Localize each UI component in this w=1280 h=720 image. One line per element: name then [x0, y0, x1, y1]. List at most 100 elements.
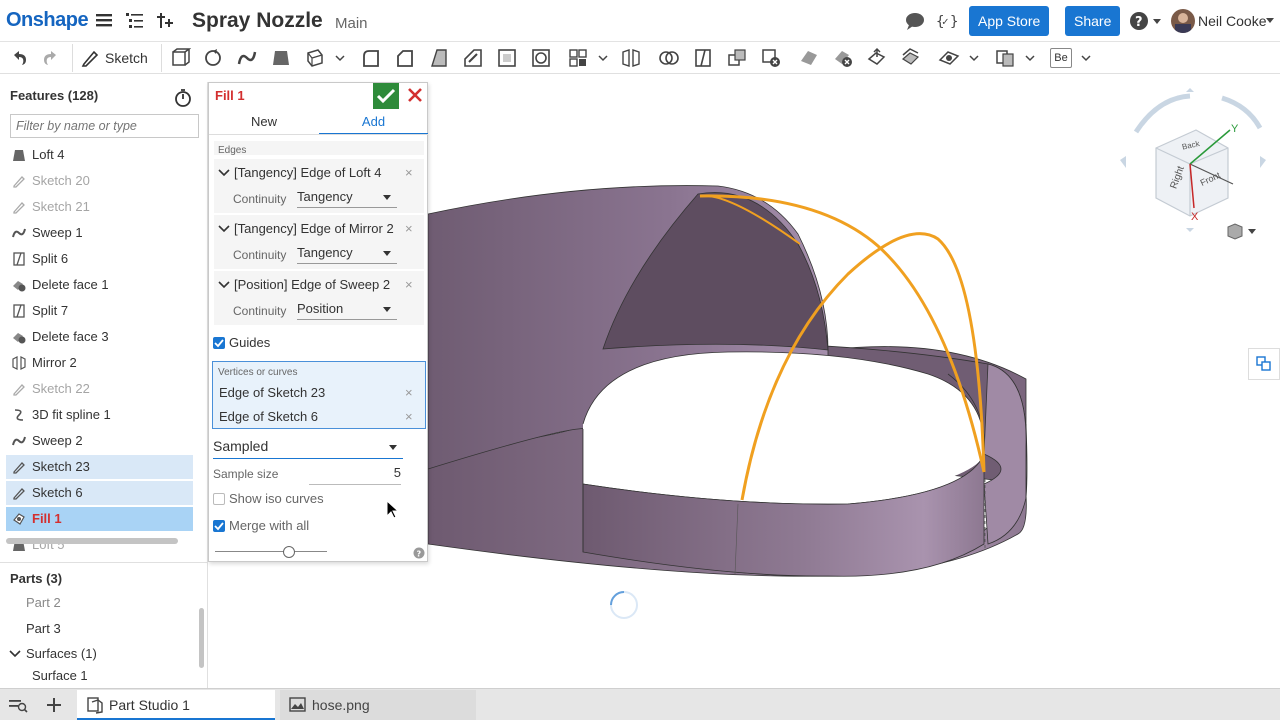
document-title[interactable]: Spray Nozzle — [192, 9, 323, 33]
preview-slider[interactable] — [215, 543, 327, 561]
modify-fillet-icon[interactable] — [798, 47, 820, 69]
edge-list-item[interactable]: [Tangency] Edge of Mirror 2 × Continuity… — [214, 215, 424, 269]
parts-list-scrollbar[interactable] — [199, 608, 204, 668]
sketch-button[interactable]: Sketch — [72, 44, 162, 72]
mirror-icon[interactable] — [620, 47, 642, 69]
pattern-menu-chevron-icon[interactable] — [597, 47, 609, 69]
surfaces-group[interactable]: Surfaces (1) — [26, 646, 97, 661]
replace-face-icon[interactable] — [900, 47, 922, 69]
feature-list-item[interactable]: Fill 1 — [6, 507, 193, 531]
user-menu-chevron-icon[interactable] — [1266, 18, 1276, 26]
fill-mode-select[interactable]: Sampled — [213, 435, 403, 459]
delete-part-icon[interactable] — [760, 47, 782, 69]
graphics-viewport[interactable]: Y X Back Right Front — [428, 74, 1280, 688]
hole-icon[interactable] — [530, 47, 552, 69]
vertex-item[interactable]: Edge of Sketch 6 — [219, 409, 318, 424]
merge-with-all-checkbox[interactable] — [213, 520, 225, 532]
guides-checkbox[interactable] — [213, 337, 225, 349]
feature-list-scrollbar[interactable] — [6, 538, 178, 544]
feature-list-item[interactable]: Split 7 — [6, 299, 193, 323]
draft-icon[interactable] — [428, 47, 450, 69]
feature-list-item[interactable]: Delete face 1 — [6, 273, 193, 297]
continuity-select[interactable]: Tangency — [297, 186, 397, 208]
rib-icon[interactable] — [462, 47, 484, 69]
thicken-menu-chevron-icon[interactable] — [334, 47, 346, 69]
cancel-close-icon[interactable] — [405, 85, 425, 105]
edge-list-item[interactable]: [Position] Edge of Sweep 2 × Continuity … — [214, 271, 424, 325]
revolve-icon[interactable] — [202, 47, 224, 69]
vertices-curves-field[interactable]: Vertices or curves Edge of Sketch 23 × E… — [212, 361, 426, 429]
tab-hose-png[interactable]: hose.png — [280, 690, 476, 720]
split-icon[interactable] — [692, 47, 714, 69]
view-cube[interactable]: Y X Back Right Front — [1118, 88, 1268, 238]
tab-part-studio-1[interactable]: Part Studio 1 — [77, 690, 275, 720]
fillet-icon[interactable] — [360, 47, 382, 69]
comments-icon[interactable] — [904, 11, 926, 31]
redo-icon[interactable] — [40, 47, 62, 69]
help-icon[interactable]: ? — [1129, 11, 1163, 31]
tab-add[interactable]: Add — [319, 111, 428, 135]
feature-list-item[interactable]: Sweep 1 — [6, 221, 193, 245]
plane-menu-chevron-icon[interactable] — [968, 47, 980, 69]
plane-icon[interactable] — [938, 47, 960, 69]
configurations-panel-icon[interactable] — [1248, 348, 1280, 380]
part-item[interactable]: Part 3 — [26, 621, 61, 636]
remove-edge-icon[interactable]: × — [405, 277, 413, 292]
remove-vertex-icon[interactable]: × — [405, 409, 413, 424]
feature-list-item[interactable]: Loft 4 — [6, 143, 193, 167]
slider-thumb[interactable] — [283, 546, 295, 558]
feature-list-item[interactable]: Sketch 6 — [6, 481, 193, 505]
features-list-icon[interactable] — [124, 10, 146, 32]
app-store-button[interactable]: App Store — [969, 6, 1050, 36]
branch-name[interactable]: Main — [335, 15, 368, 32]
feature-filter-input[interactable] — [10, 114, 199, 138]
undo-icon[interactable] — [8, 47, 30, 69]
surfaces-chevron-icon[interactable] — [9, 648, 21, 660]
loft-icon[interactable] — [270, 47, 292, 69]
remove-edge-icon[interactable]: × — [405, 165, 413, 180]
feature-list-item[interactable]: Delete face 3 — [6, 325, 193, 349]
continuity-select[interactable]: Tangency — [297, 242, 397, 264]
custom-feature-button[interactable]: Be — [1050, 48, 1072, 68]
pattern-icon[interactable] — [567, 47, 589, 69]
vertex-item[interactable]: Edge of Sketch 23 — [219, 385, 325, 400]
accept-button[interactable] — [373, 83, 399, 109]
feature-list-item[interactable]: Split 6 — [6, 247, 193, 271]
sample-size-input[interactable]: 5 — [309, 465, 401, 485]
feature-list-item[interactable]: Loft 5 — [6, 533, 193, 557]
tab-new[interactable]: New — [209, 111, 319, 135]
mate-menu-chevron-icon[interactable] — [1024, 47, 1036, 69]
show-iso-curves-checkbox[interactable] — [213, 493, 225, 505]
delete-face-icon[interactable] — [832, 47, 854, 69]
onshape-logo[interactable]: Onshape — [6, 9, 89, 32]
surface-item[interactable]: Surface 1 — [32, 668, 88, 683]
part-item[interactable]: Part 2 — [26, 595, 61, 610]
feature-list-item[interactable]: Sketch 22 — [6, 377, 193, 401]
feature-list-item[interactable]: Sweep 2 — [6, 429, 193, 453]
shell-icon[interactable] — [496, 47, 518, 69]
view-options-icon[interactable] — [1226, 222, 1260, 242]
move-face-icon[interactable] — [866, 47, 888, 69]
edge-list-item[interactable]: [Tangency] Edge of Loft 4 × Continuity T… — [214, 159, 424, 213]
feature-list-item[interactable]: Sketch 23 — [6, 455, 193, 479]
sweep-icon[interactable] — [236, 47, 258, 69]
feature-list-item[interactable]: 3D fit spline 1 — [6, 403, 193, 427]
remove-vertex-icon[interactable]: × — [405, 385, 413, 400]
boolean-icon[interactable] — [658, 47, 680, 69]
feature-list-item[interactable]: Sketch 21 — [6, 195, 193, 219]
continuity-select[interactable]: Position — [297, 298, 397, 320]
dialog-help-icon[interactable]: ? — [413, 547, 425, 559]
feature-list-item[interactable]: Sketch 20 — [6, 169, 193, 193]
avatar[interactable] — [1171, 9, 1195, 33]
tab-manager-icon[interactable] — [8, 697, 28, 713]
chamfer-icon[interactable] — [394, 47, 416, 69]
insert-icon[interactable] — [155, 10, 177, 32]
mate-connector-icon[interactable] — [994, 47, 1016, 69]
custom-menu-chevron-icon[interactable] — [1080, 47, 1092, 69]
share-button[interactable]: Share — [1065, 6, 1121, 36]
feature-list-item[interactable]: Mirror 2 — [6, 351, 193, 375]
rollback-timer-icon[interactable] — [173, 88, 193, 108]
extrude-icon[interactable] — [169, 47, 191, 69]
transform-icon[interactable] — [726, 47, 748, 69]
remove-edge-icon[interactable]: × — [405, 221, 413, 236]
